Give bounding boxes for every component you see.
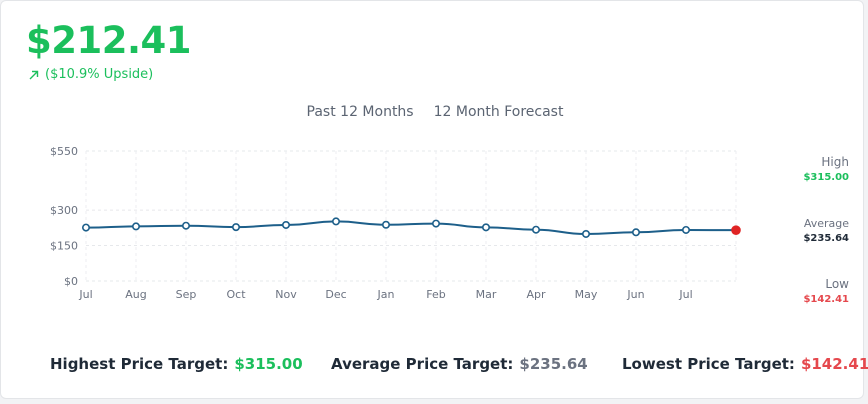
price-target-card: $212.41 ($10.9% Upside) Past 12 Months 1… (0, 0, 868, 399)
y-tick-label: $550 (50, 145, 78, 158)
summary-low-label: Low (825, 277, 849, 291)
data-point (232, 223, 241, 232)
lowest-target-label: Lowest Price Target: (622, 355, 795, 373)
summary-low: Low $142.41 (803, 277, 849, 305)
lowest-target-value: $142.41 (800, 355, 868, 373)
data-point (631, 228, 640, 237)
x-tick-label: Mar (476, 288, 497, 301)
highest-target-label: Highest Price Target: (50, 355, 229, 373)
x-tick-label: Jul (678, 288, 692, 301)
y-tick-label: $300 (50, 204, 78, 217)
x-tick-label: Nov (275, 288, 297, 301)
data-point (581, 229, 590, 238)
x-tick-label: Jan (377, 288, 395, 301)
x-tick-label: Sep (176, 288, 197, 301)
footer-average: Average Price Target: $235.64 (331, 355, 588, 373)
summary-average-value: $235.64 (803, 233, 849, 244)
data-point (132, 222, 141, 231)
data-point (381, 220, 390, 229)
data-point (331, 217, 340, 226)
summary-average-label: Average (803, 217, 849, 230)
x-tick-label: Oct (226, 288, 246, 301)
summary-high-label: High (821, 155, 849, 169)
highest-target-value: $315.00 (234, 355, 303, 373)
price-chart: $0 $150 $300 $550 Jul Aug Sep Oct Nov Dec Jan Feb Ma… (50, 145, 741, 301)
average-target-value: $235.64 (519, 355, 588, 373)
data-point (182, 221, 191, 230)
y-tick-label: $0 (64, 275, 78, 288)
summary-average: Average $235.64 (803, 217, 849, 244)
current-price-point (731, 225, 741, 235)
x-tick-label: Aug (125, 288, 146, 301)
x-tick-label: Apr (526, 288, 546, 301)
summary-low-value: $142.41 (803, 294, 849, 305)
y-tick-label: $150 (50, 240, 78, 253)
x-tick-label: May (575, 288, 598, 301)
data-point (531, 225, 540, 234)
x-tick-label: Jul (78, 288, 92, 301)
data-point (481, 223, 490, 232)
footer-lowest: Lowest Price Target: $142.41 (622, 355, 868, 373)
summary-high: High $315.00 (803, 155, 849, 183)
data-point (681, 225, 690, 234)
average-target-label: Average Price Target: (331, 355, 514, 373)
x-tick-label: Dec (325, 288, 346, 301)
data-point (281, 220, 290, 229)
x-tick-label: Feb (426, 288, 445, 301)
data-point (82, 223, 91, 232)
footer-highest: Highest Price Target: $315.00 (50, 355, 303, 373)
summary-high-value: $315.00 (803, 172, 849, 183)
x-tick-label: Jun (626, 288, 644, 301)
data-point (431, 219, 440, 228)
